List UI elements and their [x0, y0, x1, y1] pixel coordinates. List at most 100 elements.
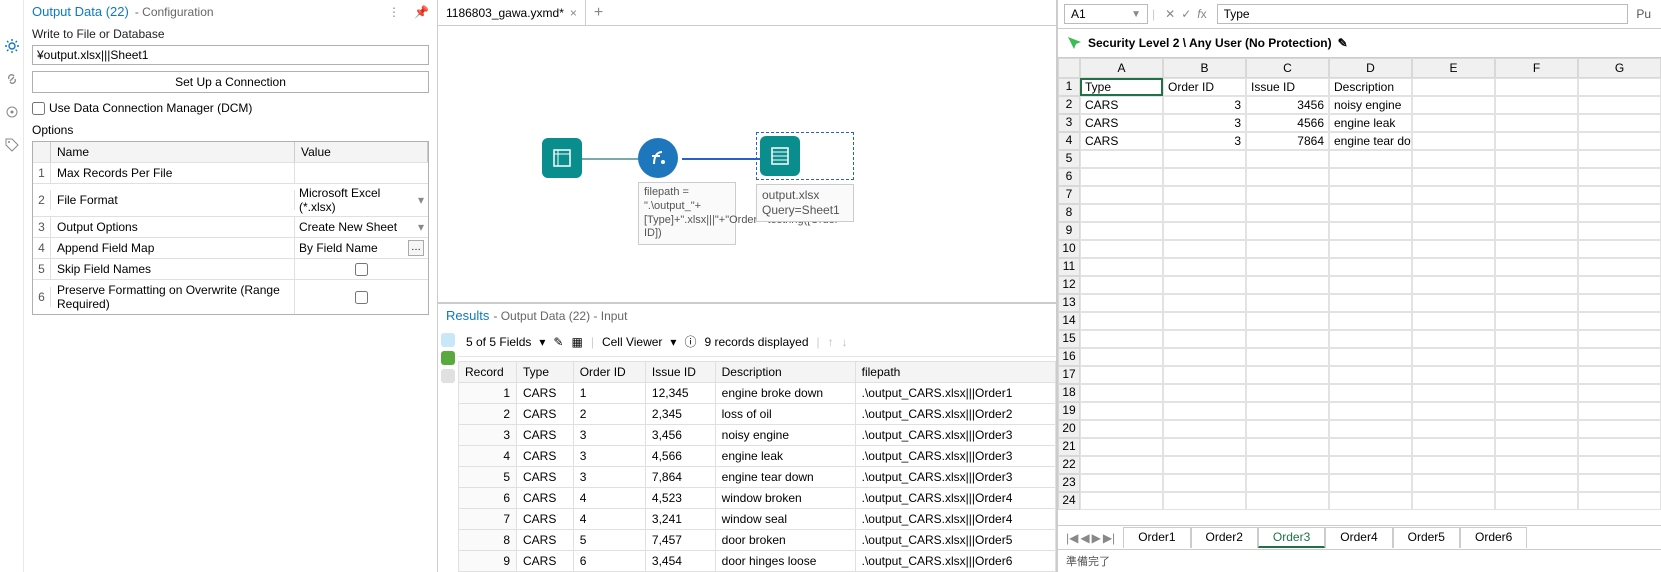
cell[interactable] — [1329, 456, 1412, 474]
row-header[interactable]: 3 — [1058, 114, 1080, 132]
cell[interactable] — [1412, 240, 1495, 258]
canvas[interactable]: filepath = ".\output_"+[Type]+".xlsx|||"… — [438, 26, 1056, 303]
cell[interactable] — [1246, 240, 1329, 258]
cell[interactable] — [1495, 420, 1578, 438]
cell[interactable] — [1246, 294, 1329, 312]
cell[interactable] — [1163, 492, 1246, 510]
cell[interactable] — [1329, 222, 1412, 240]
column-header[interactable]: F — [1495, 58, 1578, 78]
option-checkbox[interactable] — [355, 291, 368, 304]
cell[interactable] — [1578, 438, 1661, 456]
cell[interactable] — [1246, 150, 1329, 168]
cell[interactable] — [1080, 258, 1163, 276]
cell[interactable] — [1412, 420, 1495, 438]
cell[interactable] — [1329, 384, 1412, 402]
cell[interactable] — [1246, 438, 1329, 456]
cell[interactable] — [1495, 438, 1578, 456]
table-row[interactable]: 1CARS112,345engine broke down.\output_CA… — [459, 383, 1056, 404]
cell[interactable]: Type — [1080, 78, 1163, 96]
cell[interactable]: CARS — [1080, 96, 1163, 114]
grid-icon[interactable]: ▦ — [571, 335, 582, 349]
sheet-tab[interactable]: Order4 — [1325, 527, 1392, 548]
cell[interactable] — [1329, 420, 1412, 438]
first-icon[interactable]: |◀ — [1066, 531, 1078, 545]
cell[interactable] — [1329, 492, 1412, 510]
cell[interactable] — [1163, 456, 1246, 474]
cell[interactable] — [1080, 348, 1163, 366]
tag-icon[interactable] — [4, 137, 20, 156]
column-header[interactable]: G — [1578, 58, 1661, 78]
row-header[interactable]: 7 — [1058, 186, 1080, 204]
cell[interactable] — [1246, 312, 1329, 330]
cell[interactable]: 7864 — [1246, 132, 1329, 150]
cell[interactable] — [1080, 168, 1163, 186]
cell[interactable] — [1578, 132, 1661, 150]
cell[interactable] — [1495, 204, 1578, 222]
cell[interactable] — [1163, 312, 1246, 330]
cell[interactable] — [1163, 150, 1246, 168]
cell[interactable] — [1578, 366, 1661, 384]
cell[interactable] — [1080, 384, 1163, 402]
cell[interactable] — [1412, 276, 1495, 294]
cell[interactable] — [1246, 222, 1329, 240]
cell[interactable] — [1412, 384, 1495, 402]
cell[interactable]: 4566 — [1246, 114, 1329, 132]
row-header[interactable]: 12 — [1058, 276, 1080, 294]
cell[interactable] — [1412, 168, 1495, 186]
formula-tool-node[interactable]: filepath = ".\output_"+[Type]+".xlsx|||"… — [638, 138, 736, 245]
cell[interactable] — [1495, 240, 1578, 258]
column-header[interactable]: Description — [715, 362, 855, 383]
cell[interactable] — [1412, 456, 1495, 474]
cell[interactable] — [1412, 348, 1495, 366]
row-header[interactable]: 22 — [1058, 456, 1080, 474]
cell[interactable] — [1578, 168, 1661, 186]
sheet-tab[interactable]: Order3 — [1258, 527, 1325, 548]
cell[interactable] — [1246, 474, 1329, 492]
fields-count[interactable]: 5 of 5 Fields — [466, 335, 531, 349]
cell[interactable] — [1080, 312, 1163, 330]
row-header[interactable]: 10 — [1058, 240, 1080, 258]
cell[interactable] — [1495, 402, 1578, 420]
cell[interactable] — [1163, 168, 1246, 186]
workflow-tab[interactable]: 1186803_gawa.yxmd* × — [438, 0, 586, 25]
cell[interactable] — [1163, 240, 1246, 258]
option-row[interactable]: 3Output OptionsCreate New Sheet▾ — [33, 216, 428, 237]
cell[interactable] — [1495, 132, 1578, 150]
cell[interactable] — [1578, 474, 1661, 492]
cell[interactable] — [1080, 240, 1163, 258]
cell[interactable] — [1246, 492, 1329, 510]
results-pill-2[interactable] — [441, 351, 455, 365]
last-icon[interactable]: ▶| — [1103, 531, 1115, 545]
fx-icon[interactable]: fx — [1197, 7, 1206, 21]
cell[interactable] — [1163, 222, 1246, 240]
cell[interactable] — [1578, 312, 1661, 330]
cell[interactable] — [1329, 366, 1412, 384]
cell[interactable] — [1080, 204, 1163, 222]
cell[interactable]: Issue ID — [1246, 78, 1329, 96]
option-checkbox[interactable] — [355, 263, 368, 276]
cell[interactable]: CARS — [1080, 132, 1163, 150]
cell[interactable] — [1163, 420, 1246, 438]
arrow-up-icon[interactable]: ↑ — [828, 335, 834, 349]
cell[interactable] — [1412, 150, 1495, 168]
cell[interactable] — [1578, 492, 1661, 510]
row-header[interactable]: 9 — [1058, 222, 1080, 240]
chevron-down-icon[interactable]: ▼ — [1131, 9, 1141, 20]
cell[interactable] — [1163, 204, 1246, 222]
cell-viewer-label[interactable]: Cell Viewer — [602, 335, 662, 349]
cell[interactable] — [1080, 276, 1163, 294]
cell[interactable] — [1163, 294, 1246, 312]
column-header[interactable]: A — [1080, 58, 1163, 78]
cell[interactable] — [1412, 366, 1495, 384]
security-row[interactable]: Security Level 2 \ Any User (No Protecti… — [1058, 29, 1661, 58]
column-header[interactable]: Record — [459, 362, 517, 383]
row-header[interactable]: 18 — [1058, 384, 1080, 402]
edit-icon[interactable]: ✎ — [1338, 36, 1348, 50]
cell[interactable]: noisy engine — [1329, 96, 1412, 114]
output-tool-node[interactable]: output.xlsx Query=Sheet1 — [756, 132, 854, 222]
cell[interactable] — [1578, 222, 1661, 240]
cell[interactable] — [1578, 420, 1661, 438]
cell[interactable] — [1329, 348, 1412, 366]
cell[interactable] — [1495, 384, 1578, 402]
column-header[interactable]: Issue ID — [645, 362, 715, 383]
